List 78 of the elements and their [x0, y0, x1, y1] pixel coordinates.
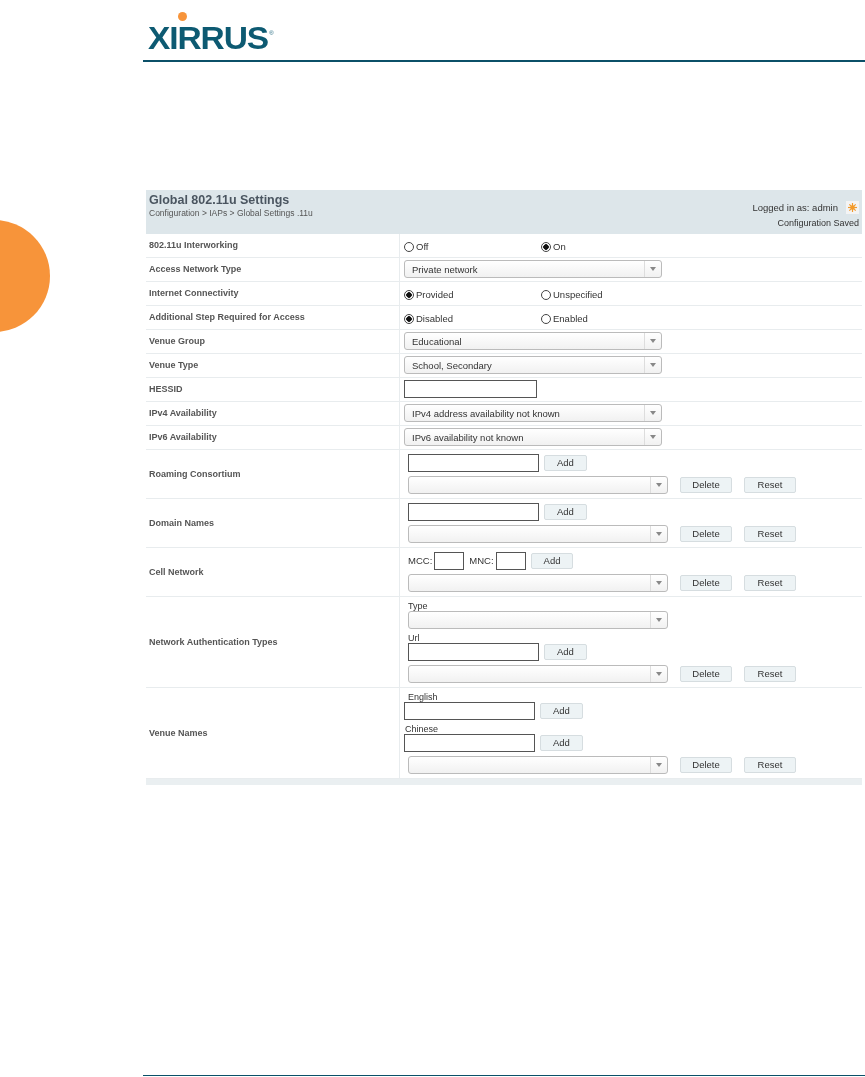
caret-icon: [656, 617, 662, 622]
add-button[interactable]: Add: [544, 643, 587, 660]
delete-button[interactable]: Delete: [680, 665, 732, 682]
delete-button[interactable]: Delete: [680, 476, 732, 493]
input-field[interactable]: [408, 642, 539, 661]
field-label: Network Authentication Types: [149, 636, 278, 647]
dropdown[interactable]: School, Secondary: [404, 356, 662, 374]
field-label: Internet Connectivity: [149, 288, 239, 298]
field-label: IPv4 Availability: [149, 408, 217, 418]
field-label: Access Network Type: [149, 264, 242, 274]
caret-icon: [650, 363, 656, 367]
input-field[interactable]: [408, 453, 539, 472]
caret-icon: [650, 435, 656, 439]
reset-button[interactable]: Reset: [744, 574, 796, 591]
caret-icon: [656, 531, 662, 536]
field-label: Venue Names: [149, 727, 208, 738]
dropdown[interactable]: IPv6 availability not known: [404, 428, 662, 446]
caret-icon: [650, 339, 656, 343]
status-message: Configuration Saved: [777, 217, 859, 228]
radio-label: Unspecified: [553, 289, 603, 300]
add-button[interactable]: Add: [540, 702, 583, 719]
delete-button[interactable]: Delete: [680, 525, 732, 542]
radio-button[interactable]: [404, 313, 414, 324]
radio-button[interactable]: [404, 289, 414, 300]
radio-button[interactable]: [541, 241, 551, 252]
radio-label: Provided: [416, 289, 454, 300]
input-field[interactable]: [404, 380, 537, 398]
add-button[interactable]: Add: [544, 454, 587, 471]
field-label: Additional Step Required for Access: [149, 312, 305, 322]
delete-button[interactable]: Delete: [680, 574, 732, 591]
field-label: Cell Network: [149, 566, 204, 577]
input-field[interactable]: [408, 502, 539, 521]
dropdown[interactable]: Private network: [404, 260, 662, 278]
add-button[interactable]: Add: [544, 503, 587, 520]
reset-button[interactable]: Reset: [744, 525, 796, 542]
radio-button[interactable]: [541, 313, 551, 324]
logo-dot-icon: [178, 12, 187, 21]
radio-label: Off: [416, 241, 429, 252]
field-caption: English: [407, 691, 439, 702]
caret-icon: [650, 411, 656, 415]
breadcrumb: Configuration > IAPs > Global Settings .11u: [149, 207, 313, 218]
field-label: Domain Names: [149, 517, 215, 528]
radio-button[interactable]: [541, 289, 551, 300]
field-caption: MNC:: [469, 555, 494, 566]
reset-button[interactable]: Reset: [744, 476, 796, 493]
field-caption: Chinese: [404, 723, 440, 734]
dropdown[interactable]: Educational: [404, 332, 662, 350]
field-label: HESSID: [149, 384, 183, 394]
logged-in-label: Logged in as: admin: [752, 201, 838, 213]
radio-label: On: [553, 241, 566, 252]
field-label: IPv6 Availability: [149, 432, 217, 442]
field-label: Venue Type: [149, 360, 199, 370]
field-label: Roaming Consortium: [149, 468, 241, 479]
reset-button[interactable]: Reset: [744, 665, 796, 682]
input-field[interactable]: [404, 733, 535, 752]
reset-button[interactable]: Reset: [744, 756, 796, 773]
caret-icon: [656, 482, 662, 487]
radio-button[interactable]: [404, 241, 414, 252]
field-caption: Type: [407, 600, 429, 611]
dropdown[interactable]: IPv4 address availability not known: [404, 404, 662, 422]
field-caption: Url: [407, 632, 421, 643]
radio-label: Disabled: [416, 313, 453, 324]
caret-icon: [656, 671, 662, 676]
input-field[interactable]: [495, 551, 526, 570]
logo-wordmark: XIRRUS: [148, 24, 269, 54]
page-title: Global 802.11u Settings: [149, 192, 291, 207]
add-button[interactable]: Add: [540, 734, 583, 751]
input-field[interactable]: [434, 551, 465, 570]
field-caption: MCC:: [408, 555, 433, 566]
caret-icon: [650, 267, 656, 271]
field-label: Venue Group: [149, 336, 205, 346]
delete-button[interactable]: Delete: [680, 756, 732, 773]
field-label: 802.11u Interworking: [149, 240, 239, 250]
radio-label: Enabled: [553, 313, 588, 324]
caret-icon: [656, 580, 662, 585]
caret-icon: [656, 762, 662, 767]
input-field[interactable]: [404, 701, 535, 720]
add-button[interactable]: Add: [530, 552, 574, 569]
